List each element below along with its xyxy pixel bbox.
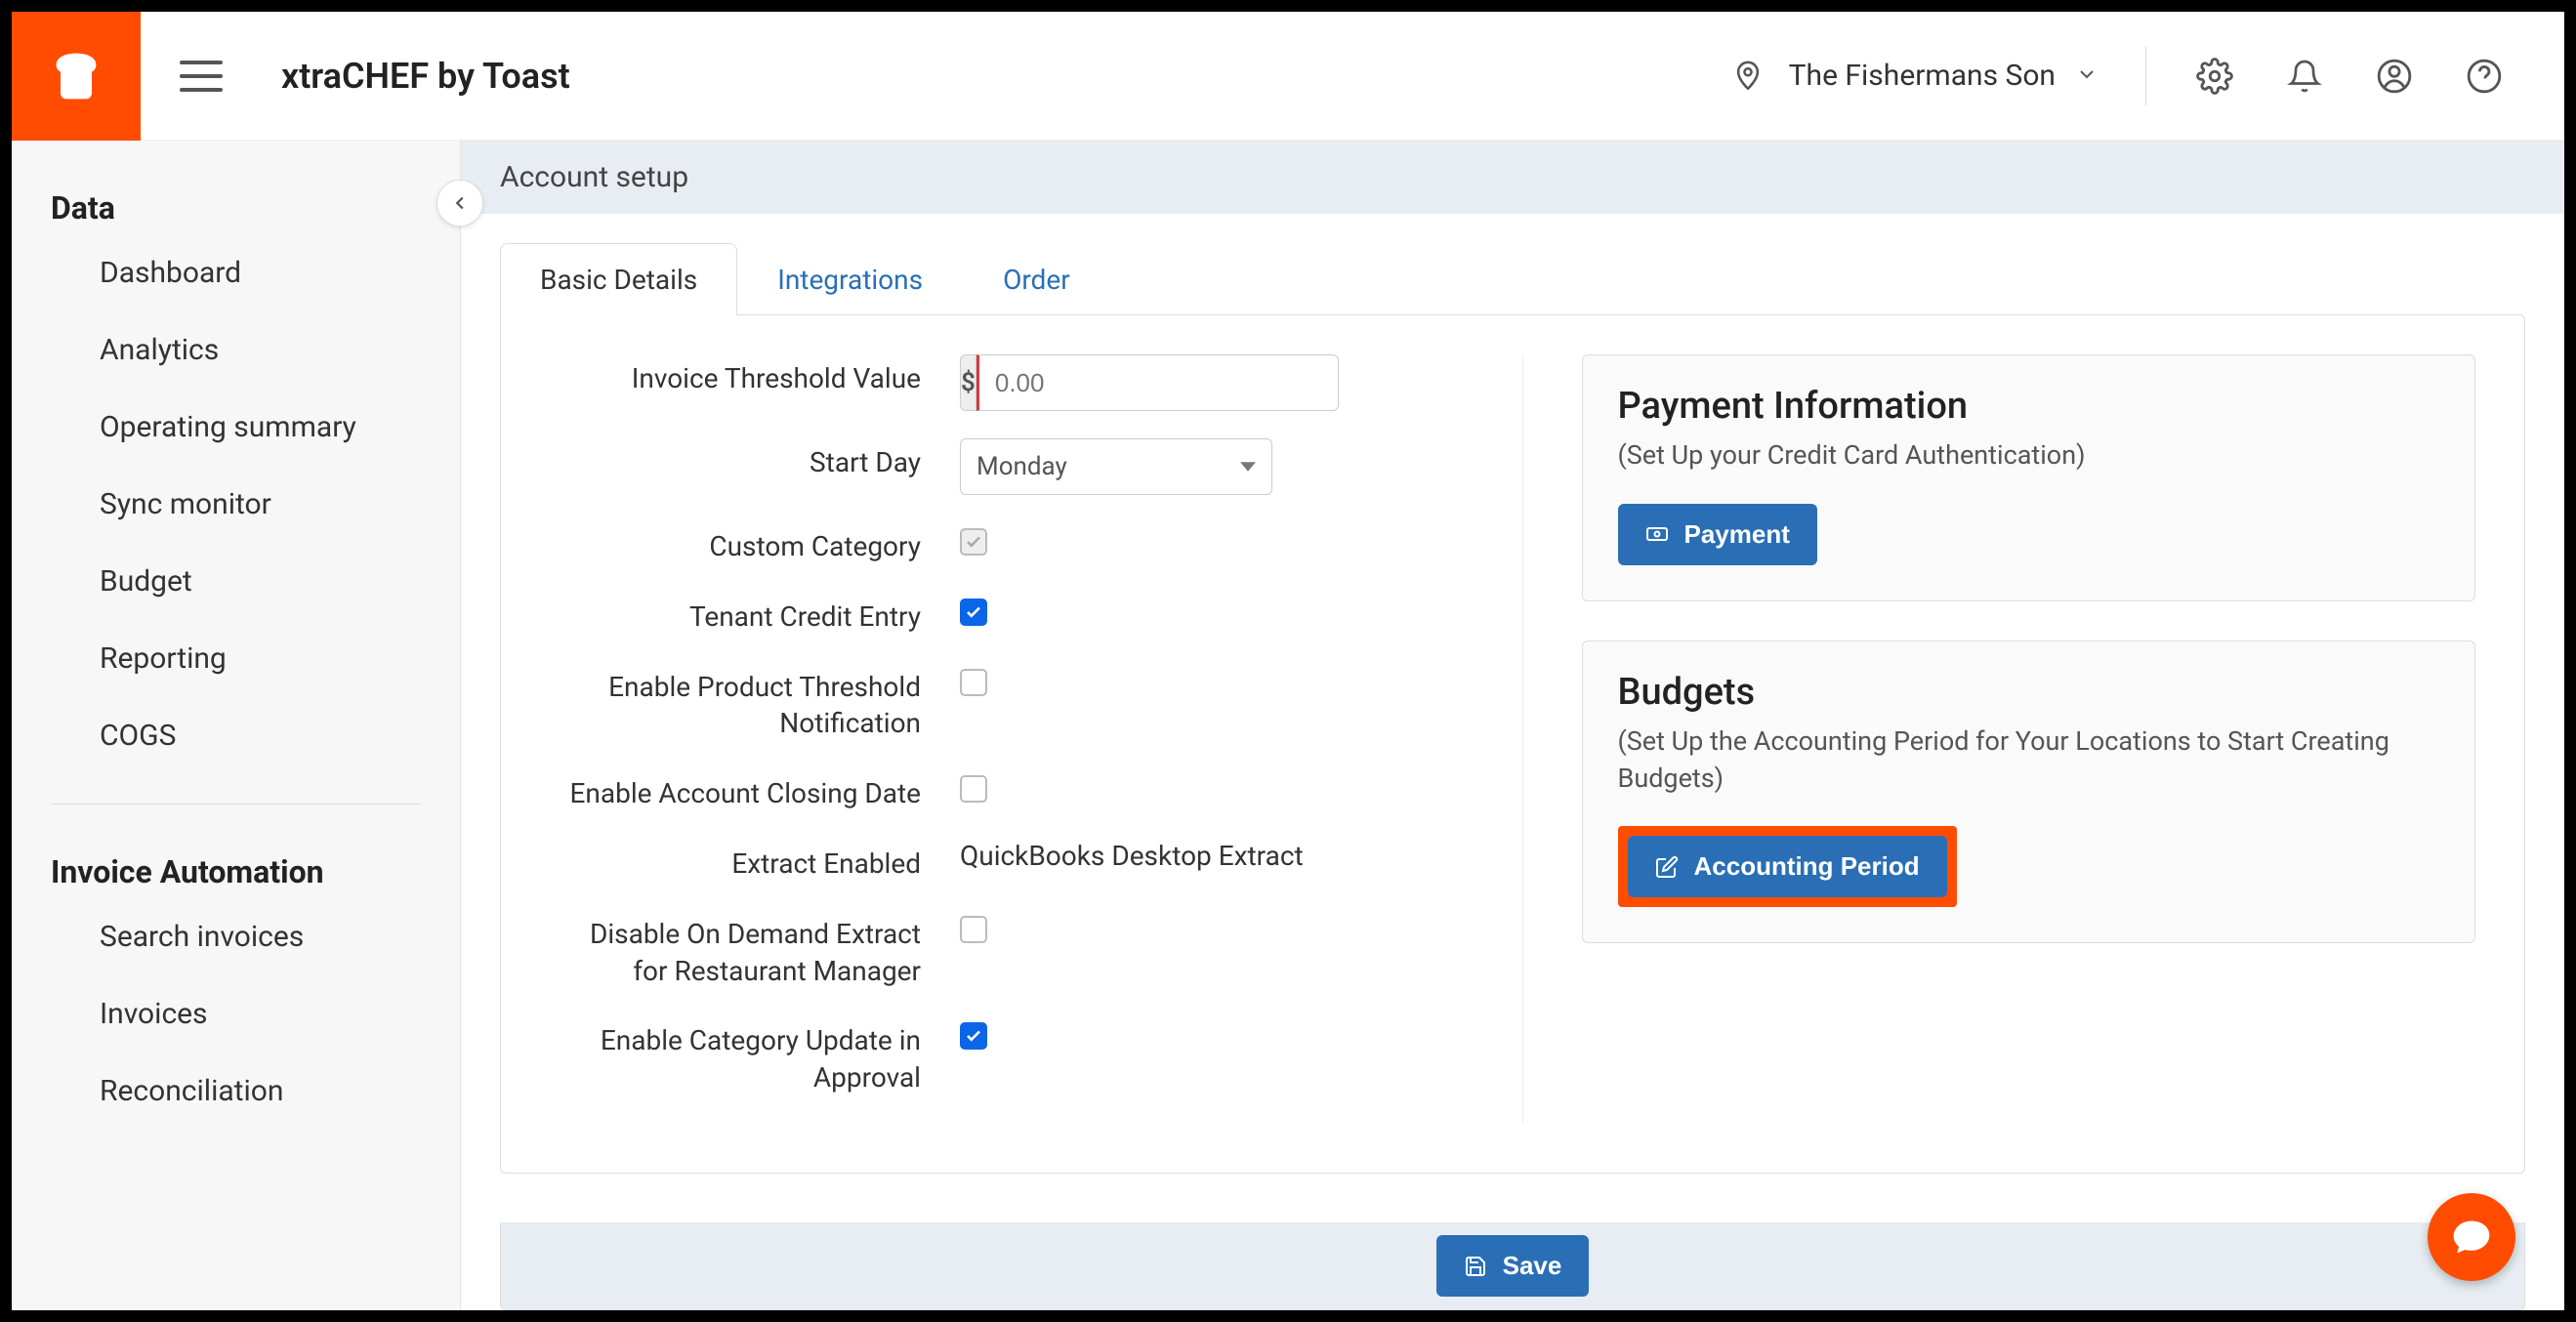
label-extract-enabled: Extract Enabled xyxy=(550,840,921,883)
check-icon xyxy=(965,533,982,551)
save-button[interactable]: Save xyxy=(1436,1235,1590,1297)
label-invoice-threshold: Invoice Threshold Value xyxy=(550,354,921,397)
payment-card-subtitle: (Set Up your Credit Card Authentication) xyxy=(1618,437,2440,475)
notifications-button[interactable] xyxy=(2283,55,2326,98)
payment-card-title: Payment Information xyxy=(1618,385,2440,428)
payment-button[interactable]: Payment xyxy=(1618,504,1817,565)
accounting-period-button[interactable]: Accounting Period xyxy=(1628,836,1947,897)
label-product-threshold-notif: Enable Product Threshold Notification xyxy=(550,663,921,743)
product-threshold-notif-checkbox[interactable] xyxy=(960,669,987,696)
category-update-approval-checkbox[interactable] xyxy=(960,1022,987,1050)
start-day-value: Monday xyxy=(976,452,1067,481)
budgets-card-subtitle: (Set Up the Accounting Period for Your L… xyxy=(1618,723,2440,798)
top-bar: xtraCHEF by Toast The Fishermans Son xyxy=(12,12,2564,141)
location-pin-icon xyxy=(1726,55,1769,98)
save-bar: Save xyxy=(500,1222,2525,1310)
tenant-credit-checkbox[interactable] xyxy=(960,599,987,626)
sidebar-collapse-button[interactable] xyxy=(436,180,483,227)
label-disable-on-demand: Disable On Demand Extract for Restaurant… xyxy=(550,910,921,990)
payment-icon xyxy=(1645,522,1669,546)
gear-icon xyxy=(2196,58,2233,95)
disable-on-demand-checkbox[interactable] xyxy=(960,916,987,943)
label-start-day: Start Day xyxy=(550,438,921,481)
sidebar-section-invoice-automation: Invoice Automation xyxy=(12,834,460,898)
label-tenant-credit: Tenant Credit Entry xyxy=(550,593,921,636)
toast-icon xyxy=(42,42,110,110)
chevron-down-icon xyxy=(2075,62,2098,90)
settings-button[interactable] xyxy=(2193,55,2236,98)
help-button[interactable] xyxy=(2463,55,2506,98)
budgets-card: Budgets (Set Up the Accounting Period fo… xyxy=(1582,640,2476,944)
accounting-period-button-label: Accounting Period xyxy=(1694,851,1920,882)
sidebar-item-cogs[interactable]: COGS xyxy=(12,697,460,774)
profile-button[interactable] xyxy=(2373,55,2416,98)
check-icon xyxy=(965,603,982,621)
caret-down-icon xyxy=(1240,461,1256,473)
help-icon xyxy=(2466,58,2503,95)
payment-information-card: Payment Information (Set Up your Credit … xyxy=(1582,354,2476,601)
tab-integrations[interactable]: Integrations xyxy=(737,243,963,315)
sidebar-item-search-invoices[interactable]: Search invoices xyxy=(12,898,460,975)
menu-toggle-icon[interactable] xyxy=(180,61,223,92)
brand-logo xyxy=(12,12,141,141)
label-custom-category: Custom Category xyxy=(550,522,921,565)
location-picker[interactable]: The Fishermans Son xyxy=(1726,55,2098,98)
chat-icon xyxy=(2450,1216,2493,1259)
bell-icon xyxy=(2287,59,2322,94)
sidebar-item-dashboard[interactable]: Dashboard xyxy=(12,234,460,311)
label-account-closing-date: Enable Account Closing Date xyxy=(550,769,921,812)
sidebar-divider xyxy=(51,804,421,805)
payment-button-label: Payment xyxy=(1684,519,1790,550)
sidebar-item-operating-summary[interactable]: Operating summary xyxy=(12,389,460,466)
page-title: Account setup xyxy=(461,141,2564,214)
extract-enabled-value: QuickBooks Desktop Extract xyxy=(960,840,1444,872)
account-closing-date-checkbox[interactable] xyxy=(960,775,987,803)
app-title: xtraCHEF by Toast xyxy=(281,56,570,97)
budgets-card-title: Budgets xyxy=(1618,671,2440,714)
sidebar-item-analytics[interactable]: Analytics xyxy=(12,311,460,389)
sidebar-item-reporting[interactable]: Reporting xyxy=(12,620,460,697)
custom-category-checkbox xyxy=(960,528,987,556)
currency-symbol: $ xyxy=(960,354,976,411)
sidebar-item-reconciliation[interactable]: Reconciliation xyxy=(12,1053,460,1130)
accounting-period-highlight: Accounting Period xyxy=(1618,826,1957,907)
sidebar-item-invoices[interactable]: Invoices xyxy=(12,975,460,1053)
tab-panel-basic-details: Invoice Threshold Value $ Start Day xyxy=(500,314,2525,1174)
user-icon xyxy=(2376,58,2413,95)
sidebar-item-budget[interactable]: Budget xyxy=(12,543,460,620)
save-button-label: Save xyxy=(1503,1251,1562,1281)
invoice-threshold-input[interactable] xyxy=(976,354,1339,411)
divider xyxy=(2145,47,2146,105)
tabs: Basic Details Integrations Order xyxy=(500,243,2525,315)
chat-fab[interactable] xyxy=(2428,1193,2515,1281)
label-category-update-approval: Enable Category Update in Approval xyxy=(550,1016,921,1096)
chevron-left-icon xyxy=(449,192,471,214)
tab-basic-details[interactable]: Basic Details xyxy=(500,243,737,315)
start-day-select[interactable]: Monday xyxy=(960,438,1272,495)
sidebar: Data Dashboard Analytics Operating summa… xyxy=(12,141,461,1310)
location-name: The Fishermans Son xyxy=(1789,59,2056,93)
sidebar-item-sync-monitor[interactable]: Sync monitor xyxy=(12,466,460,543)
edit-icon xyxy=(1655,855,1679,879)
tab-order[interactable]: Order xyxy=(963,243,1110,315)
save-icon xyxy=(1464,1255,1487,1278)
check-icon xyxy=(965,1027,982,1045)
sidebar-section-data: Data xyxy=(12,170,460,234)
